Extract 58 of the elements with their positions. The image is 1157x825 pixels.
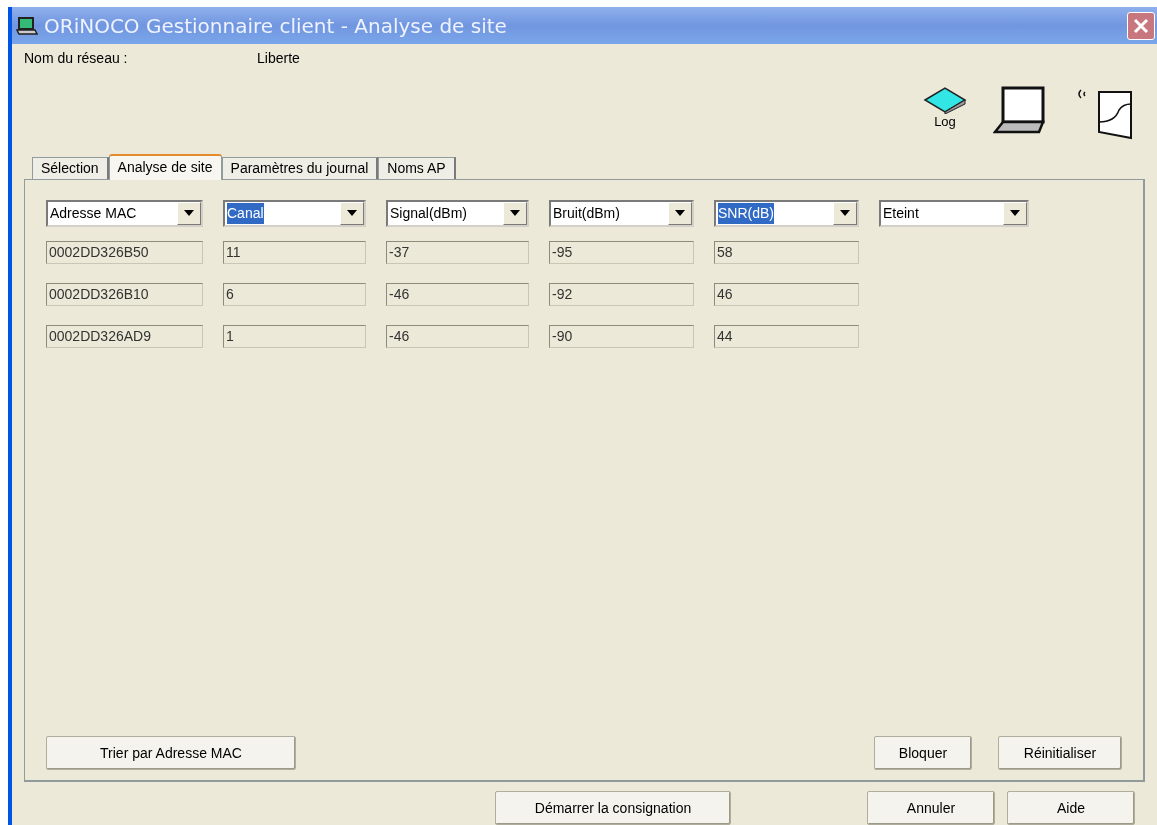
- book-icon: [923, 86, 967, 115]
- table-cell: 0002DD326B50: [46, 240, 203, 264]
- help-button[interactable]: Aide: [1007, 791, 1135, 825]
- table-cell: 6: [223, 282, 366, 306]
- caret-icon: [184, 210, 194, 216]
- log-button[interactable]: Log: [923, 86, 967, 129]
- dropdown-value: Bruit(dBm): [553, 203, 620, 223]
- close-icon: [1133, 17, 1149, 34]
- window-title: ORiNOCO Gestionnaire client - Analyse de site: [44, 12, 508, 40]
- dropdown-arrow-button[interactable]: [668, 201, 692, 225]
- caret-icon: [347, 210, 357, 216]
- network-label: Nom du réseau :: [24, 49, 129, 69]
- block-button[interactable]: Bloquer: [874, 736, 972, 770]
- cancel-button[interactable]: Annuler: [867, 791, 995, 825]
- caret-icon: [1010, 210, 1020, 216]
- caret-icon: [675, 210, 685, 216]
- table-cell: -37: [386, 240, 529, 264]
- table-cell: 58: [714, 240, 859, 264]
- dropdown-value: SNR(dB): [718, 202, 774, 224]
- log-label: Log: [934, 115, 956, 129]
- column-dropdown[interactable]: Canal: [223, 199, 366, 227]
- column-dropdown[interactable]: Adresse MAC: [46, 199, 203, 227]
- tab[interactable]: Paramètres du journal: [221, 156, 379, 179]
- table-cell: -95: [549, 240, 694, 264]
- table-cell: 0002DD326B10: [46, 282, 203, 306]
- dropdown-value: Adresse MAC: [50, 203, 137, 223]
- reset-button[interactable]: Réinitialiser: [998, 736, 1122, 770]
- tab[interactable]: Analyse de site: [108, 153, 222, 180]
- table-cell: -46: [386, 282, 529, 306]
- tab[interactable]: Noms AP: [378, 156, 456, 179]
- dropdown-arrow-button[interactable]: [503, 201, 527, 225]
- tab[interactable]: Sélection: [32, 156, 109, 179]
- table-cell: -92: [549, 282, 694, 306]
- table-cell: 1: [223, 324, 366, 348]
- close-button[interactable]: [1127, 11, 1155, 40]
- dropdown-value: Signal(dBm): [390, 203, 468, 223]
- table-cell: 0002DD326AD9: [46, 324, 203, 348]
- column-dropdown[interactable]: Signal(dBm): [386, 199, 529, 227]
- column-dropdown[interactable]: Bruit(dBm): [549, 199, 694, 227]
- sort-button[interactable]: Trier par Adresse MAC: [46, 736, 296, 770]
- network-name: Liberte: [257, 49, 301, 69]
- table-cell: 11: [223, 240, 366, 264]
- dropdown-arrow-button[interactable]: [1003, 201, 1027, 225]
- dropdown-value: Eteint: [883, 203, 919, 223]
- caret-icon: [840, 210, 850, 216]
- laptop-icon: [16, 16, 38, 35]
- start-logging-button[interactable]: Démarrer la consignation: [495, 791, 731, 825]
- dropdown-arrow-button[interactable]: [833, 201, 857, 225]
- table-cell: -46: [386, 324, 529, 348]
- table-cell: 46: [714, 282, 859, 306]
- dropdown-arrow-button[interactable]: [340, 201, 364, 225]
- dropdown-value: Canal: [227, 202, 264, 224]
- table-cell: 44: [714, 324, 859, 348]
- dropdown-arrow-button[interactable]: [177, 201, 201, 225]
- column-dropdown[interactable]: Eteint: [879, 199, 1029, 227]
- caret-icon: [510, 210, 520, 216]
- column-dropdown[interactable]: SNR(dB): [714, 199, 859, 227]
- table-cell: -90: [549, 324, 694, 348]
